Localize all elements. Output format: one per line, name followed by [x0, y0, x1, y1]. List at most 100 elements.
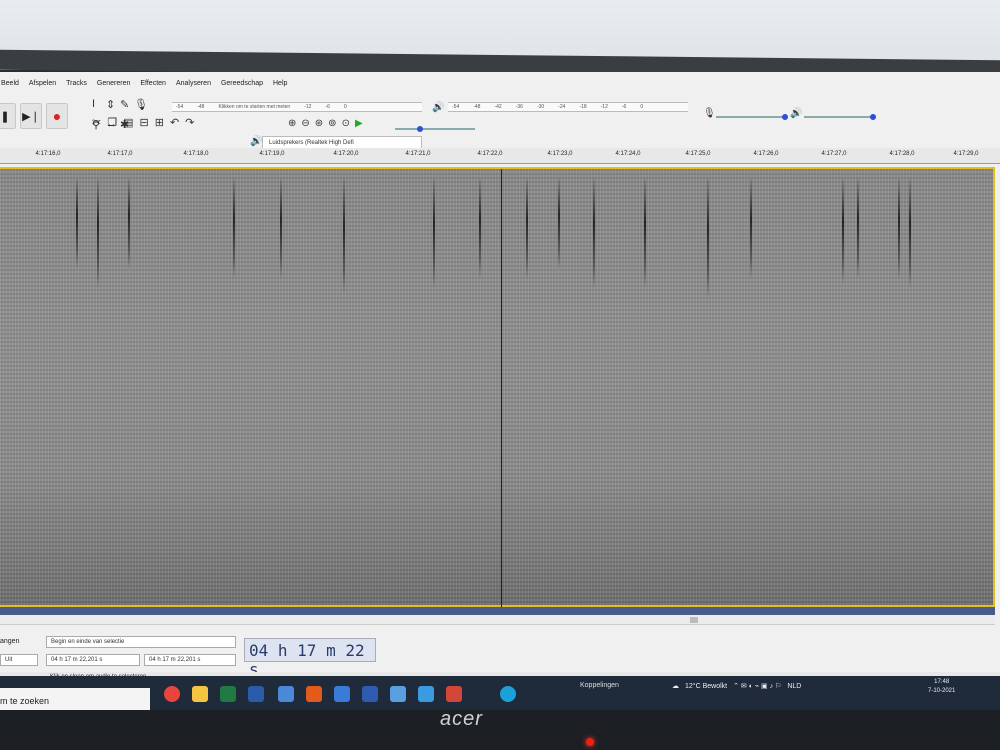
- edge-icon[interactable]: [500, 686, 516, 702]
- weather-text[interactable]: 12°C Bewolkt: [685, 683, 727, 690]
- links-toolbar[interactable]: Koppelingen: [580, 682, 619, 689]
- menu-bar: Beeld Afspelen Tracks Genereren Effecten…: [0, 80, 288, 94]
- meter-tick: -54: [176, 104, 184, 110]
- scroll-thumb[interactable]: [690, 617, 698, 623]
- app-icon[interactable]: [390, 686, 406, 702]
- menu-gereedschap[interactable]: Gereedschap: [220, 80, 264, 94]
- playback-meter[interactable]: -54 -48 -42 -36 -30 -24 -18 -12 -6 0: [448, 102, 688, 112]
- meter-tick: -48: [473, 104, 481, 110]
- meter-tick: -6: [621, 104, 627, 110]
- meter-tick: -36: [515, 104, 523, 110]
- spectrogram-track[interactable]: I: [0, 167, 995, 681]
- undo-icon[interactable]: ↶: [170, 116, 179, 129]
- cloud-icon: ☁: [672, 683, 679, 690]
- record-meter[interactable]: -54 -48 Klikken om te starten met meten …: [172, 102, 422, 112]
- menu-help[interactable]: Help: [272, 80, 288, 94]
- track-footer: [0, 607, 995, 615]
- selection-tool-icon[interactable]: I: [92, 98, 106, 110]
- timeline-ruler[interactable]: 4:17:16,0 4:17:17,0 4:17:18,0 4:17:19,0 …: [0, 148, 1000, 164]
- bird-call-mark: [842, 179, 844, 284]
- speaker-icon: 🔊: [250, 136, 263, 147]
- word-icon[interactable]: [362, 686, 378, 702]
- draw-tool-icon[interactable]: ✎: [120, 98, 134, 111]
- bird-call-mark: [558, 179, 560, 269]
- ruler-tick: 4:17:26,0: [753, 151, 779, 157]
- silence-icon[interactable]: ⊞: [155, 116, 164, 129]
- selection-toolbar: angen Begin en einde van selectie Uit 04…: [0, 628, 1000, 674]
- bird-call-mark: [898, 179, 900, 279]
- language-indicator[interactable]: NLD: [787, 683, 801, 690]
- trim-icon[interactable]: ⊟: [140, 116, 149, 129]
- bird-call-mark: [857, 179, 859, 279]
- gmail-icon[interactable]: [446, 686, 462, 702]
- meter-tick: -30: [536, 104, 545, 110]
- meter-tick: -42: [494, 104, 502, 110]
- bird-call-mark: [128, 179, 130, 269]
- record-button[interactable]: ●: [46, 103, 68, 129]
- transport-toolbar: ❚ ▶❘ ●: [0, 96, 72, 136]
- app-icon[interactable]: [278, 686, 294, 702]
- fit-project-icon[interactable]: ⊚: [328, 118, 336, 129]
- play-at-speed-icon[interactable]: ▶: [355, 118, 363, 129]
- audacity-icon[interactable]: [248, 686, 264, 702]
- paste-icon[interactable]: ▤: [123, 116, 133, 129]
- ruler-tick: 4:17:28,0: [889, 151, 915, 157]
- meter-tick: 0: [343, 104, 347, 110]
- snap-label: angen: [0, 638, 20, 645]
- clock-date: 7-10-2021: [928, 688, 956, 694]
- zoom-toggle-icon[interactable]: ⊙: [342, 118, 350, 129]
- ruler-tick: 4:17:21,0: [405, 151, 431, 157]
- cut-icon[interactable]: ✂: [92, 116, 101, 129]
- meter-tick: -12: [600, 104, 608, 110]
- zoom-toolbar: ⊕ ⊖ ⊛ ⊚ ⊙ ▶: [288, 118, 363, 129]
- zoom-in-icon[interactable]: ⊕: [288, 118, 296, 129]
- taskbar-clock[interactable]: 17:48 7-10-2021: [928, 678, 955, 696]
- bird-call-mark: [233, 179, 235, 279]
- bird-call-mark: [433, 179, 435, 289]
- speaker-icon: 🔊: [790, 108, 803, 119]
- playback-cursor: [501, 169, 502, 609]
- selection-end-field[interactable]: 04 h 17 m 22,201 s: [144, 654, 236, 666]
- menu-afspelen[interactable]: Afspelen: [28, 80, 57, 94]
- bird-call-mark: [280, 179, 282, 279]
- selection-start-field[interactable]: 04 h 17 m 22,201 s: [46, 654, 140, 666]
- pause-button[interactable]: ❚: [0, 103, 16, 129]
- meter-tick: -24: [558, 104, 566, 110]
- app-icon[interactable]: [306, 686, 322, 702]
- bird-call-mark: [97, 179, 99, 289]
- menu-beeld[interactable]: Beeld: [0, 80, 20, 94]
- excel-icon[interactable]: [220, 686, 236, 702]
- bird-call-mark: [707, 179, 709, 299]
- monitor-chin: [0, 710, 1000, 750]
- ruler-tick: 4:17:16,0: [35, 151, 61, 157]
- copy-icon[interactable]: ❐: [107, 116, 117, 129]
- menu-effecten[interactable]: Effecten: [139, 80, 167, 94]
- horizontal-scrollbar[interactable]: [0, 615, 995, 625]
- skip-end-button[interactable]: ▶❘: [20, 103, 42, 129]
- redo-icon[interactable]: ↷: [185, 116, 194, 129]
- record-meter-hint: Klikken om te starten met meten: [218, 104, 291, 110]
- app-icon[interactable]: [418, 686, 434, 702]
- chrome-icon[interactable]: [164, 686, 180, 702]
- fit-selection-icon[interactable]: ⊛: [315, 118, 323, 129]
- speaker-icon: 🔊: [432, 102, 445, 113]
- record-volume-slider[interactable]: [716, 114, 788, 120]
- menu-tracks[interactable]: Tracks: [65, 80, 88, 94]
- ruler-tick: 4:17:18,0: [183, 151, 209, 157]
- audio-position-display: 04 h 17 m 22 s: [244, 638, 376, 679]
- play-speed-slider[interactable]: [395, 126, 475, 132]
- snap-select[interactable]: Uit: [0, 654, 38, 666]
- photos-icon[interactable]: [334, 686, 350, 702]
- clock-time: 17:48: [934, 679, 950, 685]
- tray-icons[interactable]: ⌃ ✉ ◐ ⌁ ▣ ♪ ⚐: [733, 682, 781, 690]
- envelope-tool-icon[interactable]: ⇕: [106, 98, 120, 111]
- menu-genereren[interactable]: Genereren: [96, 80, 131, 94]
- zoom-out-icon[interactable]: ⊖: [301, 118, 309, 129]
- menu-analyseren[interactable]: Analyseren: [175, 80, 212, 94]
- mic-icon: 🎙: [134, 98, 148, 111]
- meter-tick: -54: [452, 104, 460, 110]
- system-tray: ☁ 12°C Bewolkt ⌃ ✉ ◐ ⌁ ▣ ♪ ⚐ NLD: [672, 682, 801, 691]
- file-explorer-icon[interactable]: [192, 686, 208, 702]
- playback-volume-slider[interactable]: [804, 114, 876, 120]
- selection-mode-select[interactable]: Begin en einde van selectie: [46, 636, 236, 648]
